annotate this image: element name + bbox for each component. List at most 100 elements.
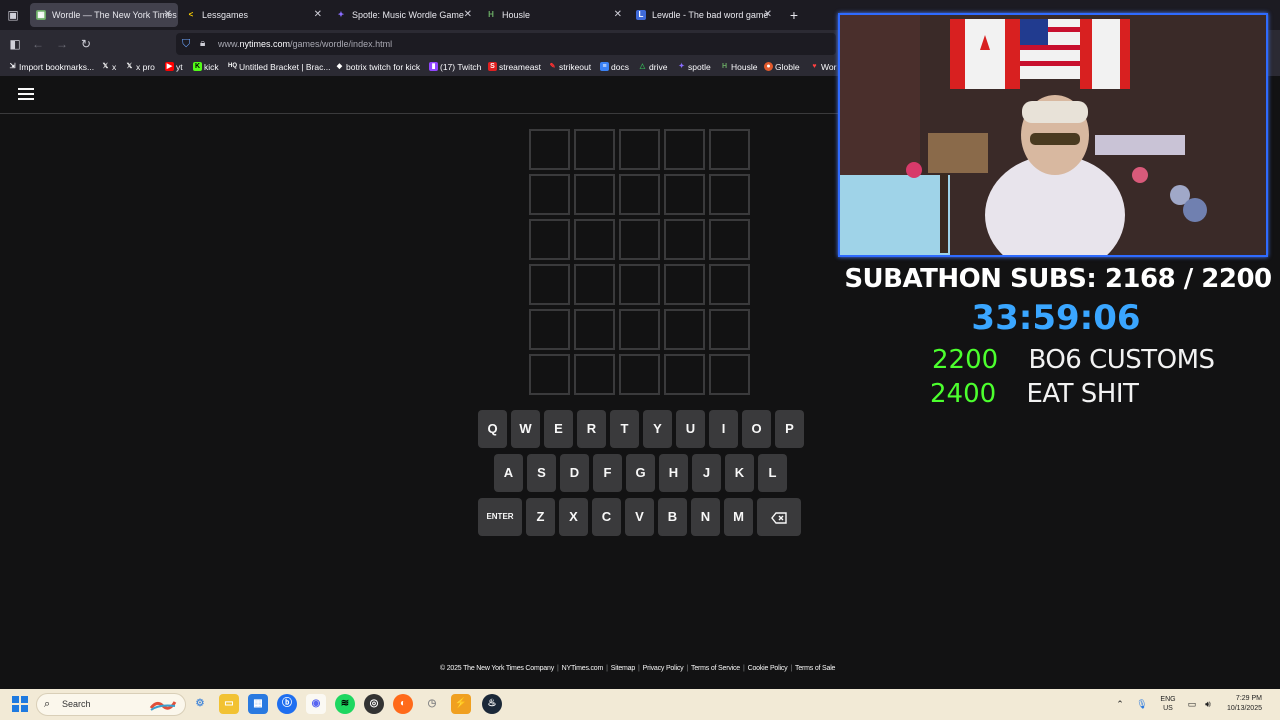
key-b[interactable]: B [658, 498, 687, 536]
footer-separator: | [742, 665, 745, 672]
clock-app-icon[interactable]: ◷ [422, 694, 442, 714]
blue-app-icon[interactable]: ⓑ [277, 694, 297, 714]
key-z[interactable]: Z [526, 498, 555, 536]
key-g[interactable]: G [626, 454, 655, 492]
key-q[interactable]: Q [478, 410, 507, 448]
settings-app-icon[interactable]: ⚙ [190, 694, 210, 714]
discord-app-icon[interactable]: ◉ [306, 694, 326, 714]
key-v[interactable]: V [625, 498, 654, 536]
kick-icon: K [193, 62, 202, 71]
hamburger-menu-icon[interactable] [18, 88, 34, 102]
close-tab-icon[interactable]: ✕ [314, 3, 322, 27]
close-tab-icon[interactable]: ✕ [764, 3, 772, 27]
key-n[interactable]: N [691, 498, 720, 536]
backspace-key[interactable] [757, 498, 801, 536]
file-explorer-icon[interactable]: ▭ [219, 694, 239, 714]
key-x[interactable]: X [559, 498, 588, 536]
taskbar-search[interactable]: ⌕ Search [36, 693, 186, 716]
spotify-app-icon[interactable]: ≋ [335, 694, 355, 714]
key-c[interactable]: C [592, 498, 621, 536]
key-t[interactable]: T [610, 410, 639, 448]
bookmark-streameast[interactable]: Sstreameast [488, 58, 541, 76]
footer-link[interactable]: Cookie Policy [748, 665, 788, 672]
letter-tile [574, 264, 615, 305]
chevron-up-icon[interactable]: ⌃ [1114, 689, 1126, 720]
bookmark-x-pro[interactable]: 𝕏x pro [125, 58, 155, 76]
obs-app-icon[interactable]: ◎ [364, 694, 384, 714]
footer-link[interactable]: Terms of Service [691, 665, 740, 672]
key-u[interactable]: U [676, 410, 705, 448]
key-m[interactable]: M [724, 498, 753, 536]
bookmark-import[interactable]: ⇲ Import bookmarks... [8, 58, 95, 76]
wordle-app-icon[interactable]: ⚡ [451, 694, 471, 714]
firefox-app-icon[interactable]: ◐ [393, 694, 413, 714]
bookmark-twitch[interactable]: ▮ (17) Twitch [429, 58, 481, 76]
bookmark-drive[interactable]: △ drive [638, 58, 668, 76]
network-icon[interactable]: ▭ [1186, 689, 1198, 720]
key-i[interactable]: I [709, 410, 738, 448]
webcam-image [840, 15, 1266, 255]
tab-list-icon[interactable]: ▣ [4, 6, 22, 24]
key-r[interactable]: R [577, 410, 606, 448]
key-j[interactable]: J [692, 454, 721, 492]
bookmark-globle[interactable]: ● Globle [764, 58, 800, 76]
bookmark-x[interactable]: 𝕏x [101, 58, 117, 76]
bookmark-docs[interactable]: ≡ docs [600, 58, 629, 76]
tab-title: Lewdle - The bad word game [652, 10, 769, 20]
store-app-icon[interactable]: ▦ [248, 694, 268, 714]
footer-link[interactable]: NYTimes.com [562, 665, 604, 672]
key-y[interactable]: Y [643, 410, 672, 448]
tab-lewdle[interactable]: L Lewdle - The bad word game ✕ [630, 3, 778, 27]
search-placeholder: Search [62, 699, 91, 709]
tab-lessgames[interactable]: < Lessgames ✕ [180, 3, 328, 27]
language-indicator[interactable]: ENG US [1156, 695, 1180, 713]
key-e[interactable]: E [544, 410, 573, 448]
key-p[interactable]: P [775, 410, 804, 448]
back-arrow-icon[interactable]: ← [28, 34, 48, 54]
close-tab-icon[interactable]: ✕ [464, 3, 472, 27]
system-clock[interactable]: 7:29 PM 10/13/2025 [1222, 694, 1262, 714]
bookmark-spotle[interactable]: ✦ spotle [677, 58, 711, 76]
goal-row-2: 2400 EAT SHIT [930, 378, 1139, 410]
reload-icon[interactable]: ↻ [76, 34, 96, 54]
footer-link[interactable]: Terms of Sale [795, 665, 835, 672]
tab-housle[interactable]: H Housle ✕ [480, 3, 628, 27]
url-bar[interactable]: ⛉ 🔒︎ www.nytimes.com/games/wordle/index.… [176, 33, 836, 55]
bookmark-yt[interactable]: ▶ yt [165, 58, 183, 76]
key-a[interactable]: A [494, 454, 523, 492]
letter-tile [574, 354, 615, 395]
windows-start-icon[interactable] [12, 696, 28, 712]
tab-wordle[interactable]: ▦ Wordle — The New York Times ✕ [30, 3, 178, 27]
key-h[interactable]: H [659, 454, 688, 492]
bookmark-wordle[interactable]: ♥ Wor [810, 58, 836, 76]
forward-arrow-icon[interactable]: → [52, 34, 72, 54]
volume-icon[interactable]: 🔊︎ [1202, 689, 1214, 720]
bookmark-kick[interactable]: Kkick [193, 58, 219, 76]
sidebar-toggle-icon[interactable]: ◧ [5, 34, 25, 54]
new-tab-icon[interactable]: + [786, 5, 802, 25]
key-d[interactable]: D [560, 454, 589, 492]
key-o[interactable]: O [742, 410, 771, 448]
letter-tile [664, 129, 705, 170]
footer-separator: | [638, 665, 640, 672]
footer-link[interactable]: Sitemap [611, 665, 635, 672]
windows-taskbar: ⌕ Search ⚙ ▭ ▦ ⓑ ◉ ≋ ◎ ◐ ◷ ⚡ ♨ ⌃ ENG US 🎙… [0, 689, 1280, 720]
key-w[interactable]: W [511, 410, 540, 448]
close-tab-icon[interactable]: ✕ [164, 3, 172, 27]
header-divider [0, 113, 838, 114]
key-f[interactable]: F [593, 454, 622, 492]
key-k[interactable]: K [725, 454, 754, 492]
microphone-icon[interactable]: 🎙︎ [1134, 689, 1150, 720]
bookmark-bracket[interactable]: HQ Untitled Bracket | Brac... [228, 58, 331, 76]
bookmark-housle[interactable]: H Housle [720, 58, 758, 76]
key-enter[interactable]: ENTER [478, 498, 522, 536]
bookmark-strikeout[interactable]: ✎ strikeout [548, 58, 592, 76]
footer-link[interactable]: Privacy Policy [643, 665, 684, 672]
close-tab-icon[interactable]: ✕ [614, 3, 622, 27]
tab-spotle[interactable]: ✦ Spotle: Music Wordle Game ✕ [330, 3, 478, 27]
steam-app-icon[interactable]: ♨ [482, 694, 502, 714]
bookmark-botrix[interactable]: ◆ botrix twitch for kick [335, 58, 420, 76]
search-highlight-icon [149, 701, 177, 711]
key-l[interactable]: L [758, 454, 787, 492]
key-s[interactable]: S [527, 454, 556, 492]
